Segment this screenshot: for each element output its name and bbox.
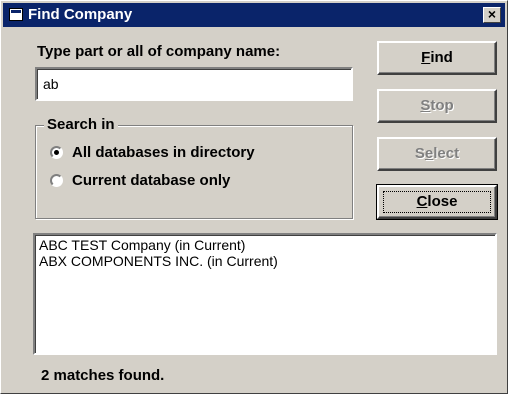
focus-rectangle [383,191,491,213]
title-bar[interactable]: Find Company × [3,3,505,27]
stop-button[interactable]: Stop [377,89,497,123]
radio-current-database-indicator[interactable] [50,174,63,187]
status-text: 2 matches found. [41,367,165,384]
radio-all-databases[interactable]: All databases in directory [50,144,255,161]
radio-all-databases-label: All databases in directory [72,144,255,161]
close-window-button[interactable]: × [483,7,501,23]
window-title: Find Company [28,6,133,23]
results-list[interactable]: ABC TEST Company (in Current) ABX COMPON… [33,233,497,355]
search-in-title: Search in [44,116,118,134]
list-item[interactable]: ABX COMPONENTS INC. (in Current) [39,253,491,269]
close-button[interactable]: Close [376,184,498,220]
company-name-input[interactable] [35,67,353,101]
radio-current-database-label: Current database only [72,172,231,189]
find-button[interactable]: Find [377,41,497,75]
list-item[interactable]: ABC TEST Company (in Current) [39,237,491,253]
app-window-icon [9,8,23,21]
find-company-dialog: Find Company × Type part or all of compa… [0,0,508,394]
radio-current-database[interactable]: Current database only [50,172,230,189]
company-name-label: Type part or all of company name: [37,43,281,60]
select-button[interactable]: Select [377,137,497,171]
radio-all-databases-indicator[interactable] [50,146,63,159]
search-in-group: Search in All databases in directory Cur… [35,116,353,219]
